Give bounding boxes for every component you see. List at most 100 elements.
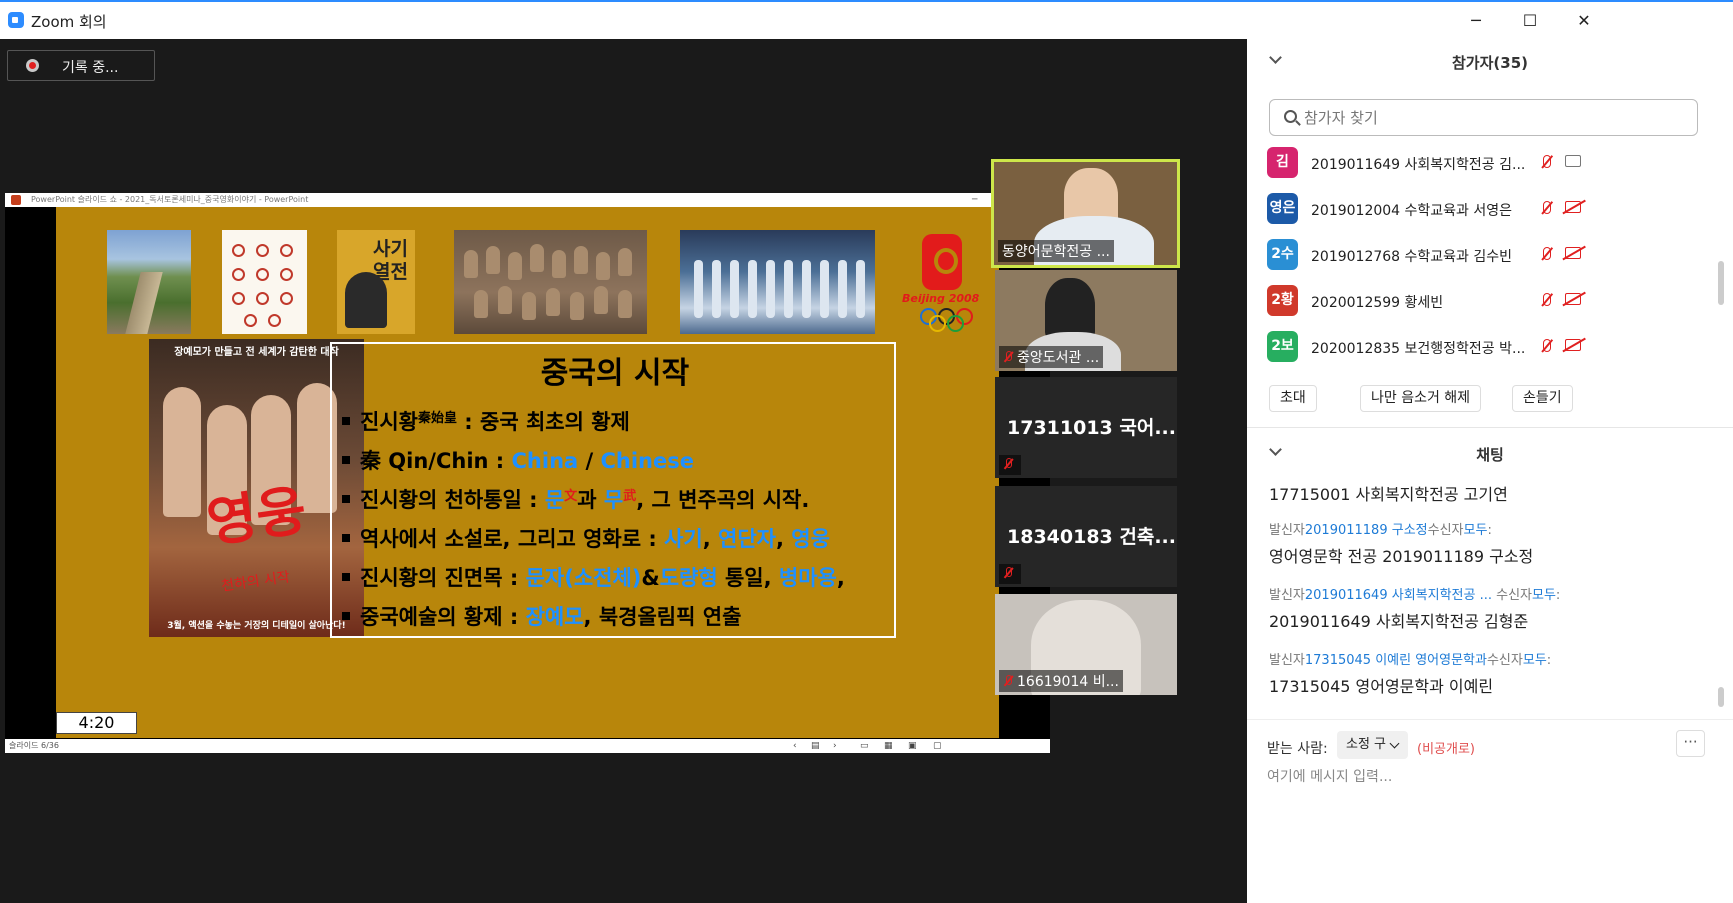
muted-badge [999,455,1021,475]
video-tile[interactable]: 18340183 건축... [995,486,1177,587]
chat-message-meta: 발신자17315045 이예린 영어영문학과수신자모두: [1269,653,1552,668]
chat-message-text: 17715001 사회복지학전공 고기연 [1269,485,1508,504]
participant-name: 17311013 국어... [1007,417,1176,439]
more-options-button[interactable]: ··· [1676,730,1705,757]
participants-header: 참가자(35) [1247,39,1733,85]
video-off-icon[interactable] [1565,339,1581,351]
participant-name: 2019012004 수학교육과 서영은 [1311,203,1513,219]
ppt-title-bar: PowerPoint 슬라이드 쇼 - 2021_독서토론세미나_중국영화이야기… [5,193,1050,207]
participant-search-input[interactable] [1304,106,1684,130]
recording-indicator[interactable]: 기록 중... [7,50,155,81]
participants-scrollbar[interactable] [1718,261,1724,305]
chat-message: 발신자17315045 이예린 영어영문학과수신자모두: 17315045 영어… [1269,649,1709,697]
muted-mic-icon[interactable] [1537,291,1557,311]
beijing-text: Beijing 2008 [902,292,980,305]
panel-divider [1247,427,1733,428]
slide-heading: 중국의 시작 [540,356,690,391]
video-off-icon[interactable] [1565,293,1581,305]
bullet-line-3: 진시황의 천하통일 : 문文과 무武, 그 변주곡의 시작. [342,484,809,514]
chat-message-input[interactable] [1267,762,1707,792]
ppt-minimize-icon: ─ [972,195,978,205]
sorter-view-icon[interactable]: ▦ [884,739,893,753]
sagi-book-image: 사기 열전 [337,230,415,334]
video-off-icon[interactable] [1565,201,1581,213]
beijing-2008-logo: Beijing 2008 [898,230,994,334]
window-title: Zoom 회의 [31,13,107,31]
video-tile-name: 중앙도서관 ... [999,346,1104,368]
poster-subtitle: 천하의 시작 [220,569,291,595]
slide-timer: 4:20 [56,712,137,734]
slideshow-view-icon[interactable]: ▢ [933,739,942,753]
chat-footer: 받는 사람: 소정 구 (비공개로) ··· [1247,719,1733,903]
muted-mic-icon[interactable] [1537,199,1557,219]
chat-message-meta: 발신자2019011649 사회복지학전공 ... 수신자모두: [1269,588,1561,603]
participant-name: 2020012599 황세빈 [1311,295,1444,311]
meeting-stage: 기록 중... PowerPoint 슬라이드 쇼 - 2021_독서토론세미나… [0,39,1334,903]
next-slide-icon[interactable]: › [833,739,837,753]
zoom-logo-icon [8,12,24,28]
muted-mic-icon[interactable] [1537,337,1557,357]
video-tile-name: 동양어문학전공 ... [998,240,1114,262]
chat-message: 17715001 사회복지학전공 고기연 [1269,481,1709,505]
prev-slide-icon[interactable]: ‹ [793,739,797,753]
ppt-window-title: PowerPoint 슬라이드 쇼 - 2021_독서토론세미나_중국영화이야기… [31,195,309,204]
participant-row[interactable]: 김 2019011649 사회복지학전공 김... [1247,142,1717,188]
muted-mic-icon [1003,458,1013,470]
recording-label: 기록 중... [62,60,119,76]
muted-mic-icon[interactable] [1537,153,1557,173]
participant-avatar: 2보 [1267,331,1298,362]
close-button[interactable]: ✕ [1570,9,1598,33]
bullet-line-5: 진시황의 진면목 : 문자(소전체)&도량형 통일, 병마용, [342,562,845,592]
slide-counter: 슬라이드 6/36 [9,741,59,750]
participant-row[interactable]: 영은 2019012004 수학교육과 서영은 [1247,188,1717,234]
chat-scrollbar[interactable] [1718,687,1724,707]
normal-view-icon[interactable]: ▭ [860,739,869,753]
reading-view-icon[interactable]: ▣ [908,739,917,753]
chat-message: 발신자2019011189 구소정수신자모두: 영어영문학 전공 2019011… [1269,519,1709,567]
muted-mic-icon [1003,351,1013,363]
muted-mic-icon[interactable] [1537,245,1557,265]
chat-message-text: 17315045 영어영문학과 이예린 [1269,677,1494,696]
video-camera-icon[interactable] [1565,155,1581,167]
minimize-button[interactable]: ─ [1462,9,1490,33]
maximize-button[interactable]: ☐ [1516,9,1544,33]
private-label: (비공개로) [1417,742,1475,757]
unmute-me-button[interactable]: 나만 음소거 해제 [1360,385,1482,412]
raise-hand-button[interactable]: 손들기 [1512,385,1573,412]
participant-avatar: 2황 [1267,285,1298,316]
chat-message-text: 영어영문학 전공 2019011189 구소정 [1269,547,1534,566]
participant-avatar: 영은 [1267,193,1298,224]
video-tile-active-speaker[interactable]: 동양어문학전공 ... [991,159,1180,268]
video-tile[interactable]: 17311013 국어... [995,377,1177,478]
side-panel: 참가자(35) 김 2019011649 사회복지학전공 김... 영은 201… [1247,39,1733,903]
participant-avatar: 김 [1267,147,1298,178]
participant-name: 2019012768 수학교육과 김수빈 [1311,249,1513,265]
bullet-line-6: 중국예술의 황제 : 장예모, 북경올림픽 연출 [342,601,741,631]
invite-button[interactable]: 초대 [1269,385,1317,412]
screen-share: PowerPoint 슬라이드 쇼 - 2021_독서토론세미나_중국영화이야기… [5,193,1050,753]
beijing-emblem-icon [922,234,962,290]
participant-name: 2019011649 사회복지학전공 김... [1311,157,1526,173]
recipient-select[interactable]: 소정 구 [1337,731,1408,759]
participant-name: 2020012835 보건행정학전공 박... [1311,341,1526,357]
video-tile[interactable]: 중앙도서관 ... [995,270,1177,371]
video-off-icon[interactable] [1565,247,1581,259]
powerpoint-icon [11,195,21,205]
chat-title: 채팅 [1476,446,1504,464]
participant-row[interactable]: 2수 2019012768 수학교육과 김수빈 [1247,234,1717,280]
participant-row[interactable]: 2보 2020012835 보건행정학전공 박... [1247,326,1717,372]
recipient-label: 받는 사람: [1267,741,1328,757]
slide-text-box: 중국의 시작 진시황秦始皇 : 중국 최초의 황제 秦 Qin/Chin : C… [330,342,896,638]
presentation-slide: 사기 열전 Beijing 2008 장예모가 만들고 전 세계가 감탄한 대작 [56,207,999,738]
record-icon [26,59,39,72]
seal-script-image [222,230,307,334]
participant-row[interactable]: 2황 2020012599 황세빈 [1247,280,1717,326]
participant-name: 18340183 건축... [1007,526,1176,548]
terracotta-warriors-image [454,230,647,334]
chat-message-meta: 발신자2019011189 구소정수신자모두: [1269,523,1492,538]
participant-avatar: 2수 [1267,239,1298,270]
video-tile[interactable]: 16619014 비... [995,594,1177,695]
ppt-status-bar: 슬라이드 6/36 ‹ ▤ › ▭ ▦ ▣ ▢ [5,739,1050,753]
slide-menu-icon[interactable]: ▤ [811,739,820,753]
participant-search[interactable] [1269,99,1698,136]
